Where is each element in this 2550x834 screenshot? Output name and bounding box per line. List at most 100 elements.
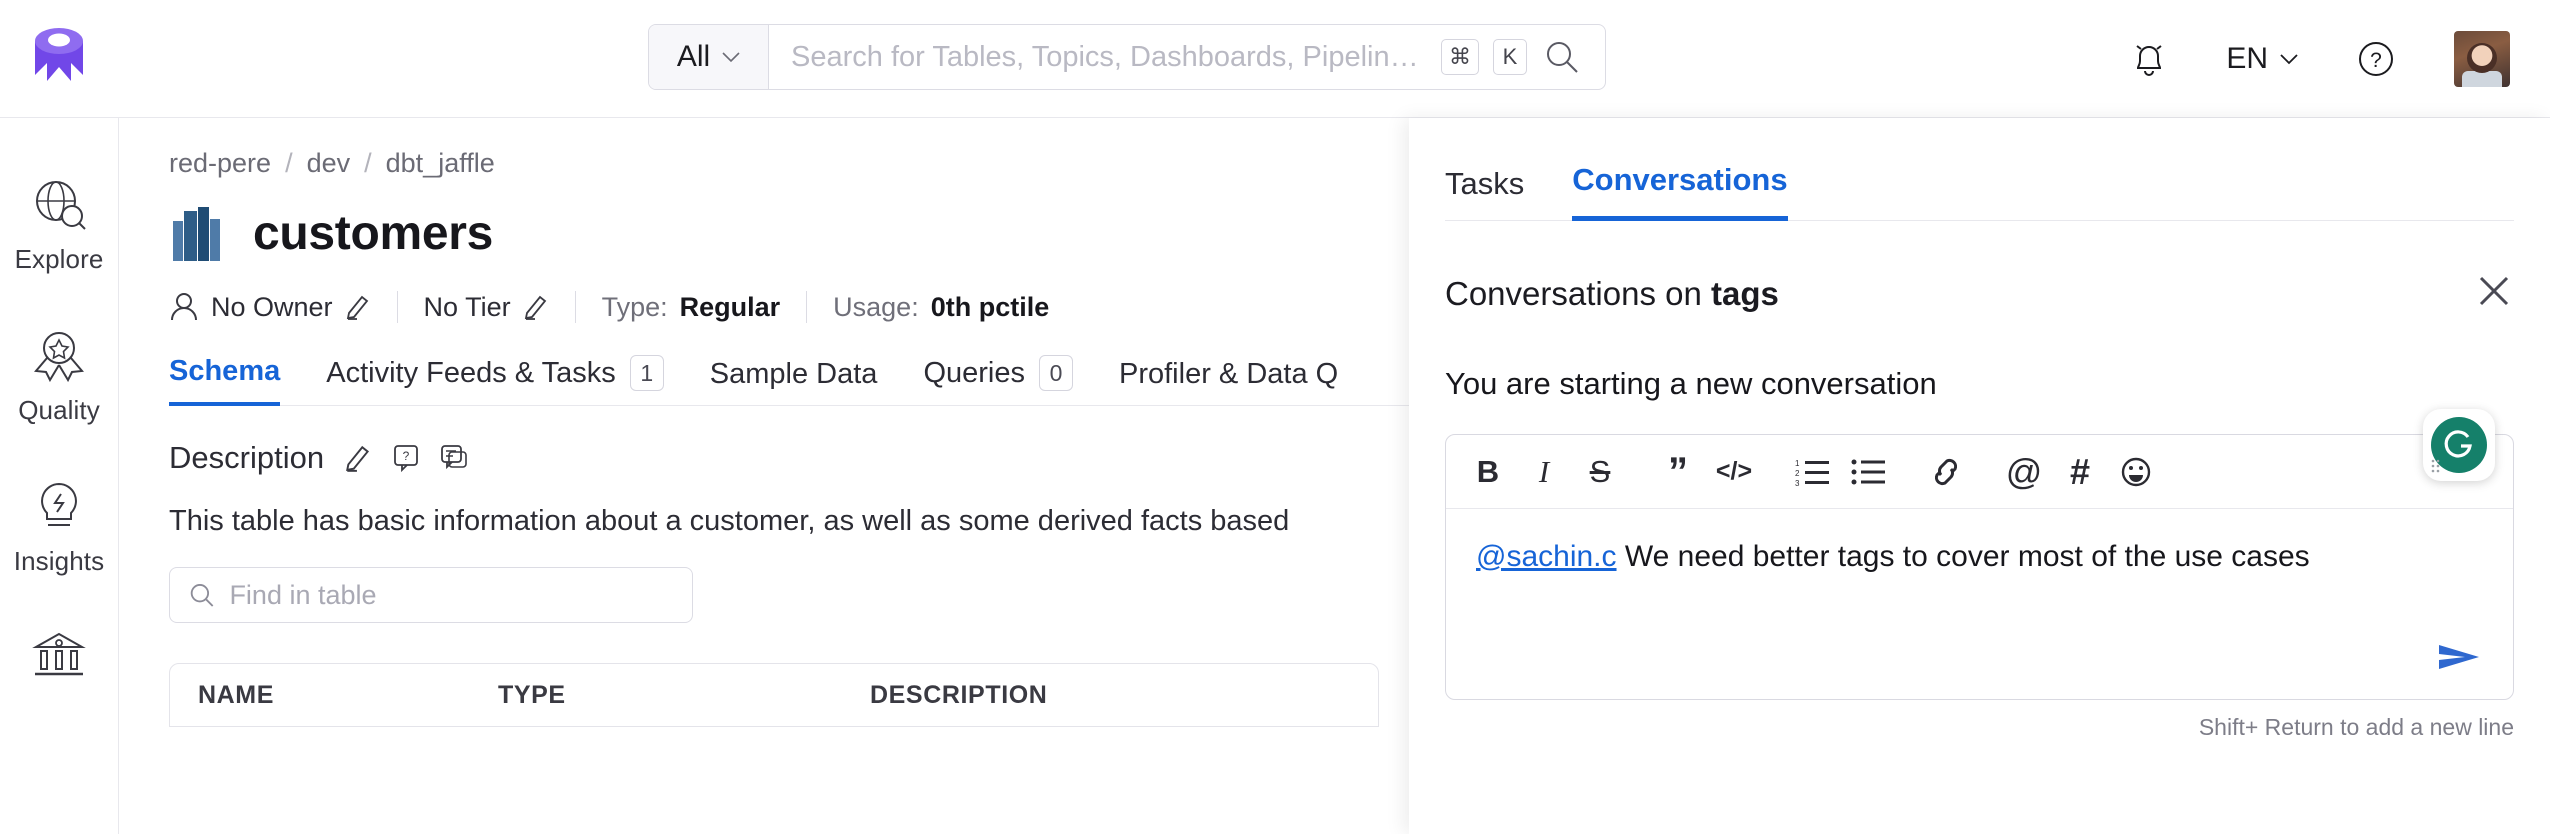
- bullet-list-glyph: [1851, 459, 1885, 484]
- sidebar-item-governance[interactable]: [0, 629, 119, 691]
- bold-icon[interactable]: B: [1460, 444, 1516, 500]
- breadcrumb-item-2[interactable]: dbt_jaffle: [386, 148, 495, 179]
- lightbulb-icon: [41, 482, 77, 526]
- code-icon[interactable]: </>: [1706, 444, 1762, 500]
- owner-label: No Owner: [211, 291, 333, 322]
- editor-hint: Shift+ Return to add a new line: [2198, 714, 2514, 740]
- table-header-row: NAME TYPE DESCRIPTION: [170, 664, 1378, 726]
- tab-profiler-data-quality[interactable]: Profiler & Data Q: [1119, 358, 1338, 405]
- tab-queries[interactable]: Queries 0: [923, 355, 1073, 405]
- edit-tier-button[interactable]: [523, 293, 549, 321]
- close-panel-button[interactable]: [2474, 271, 2514, 316]
- owner-field: No Owner: [169, 291, 371, 323]
- edit-owner-button[interactable]: [345, 293, 371, 321]
- mention-icon[interactable]: @: [1996, 444, 2052, 500]
- breadcrumb-separator: /: [285, 148, 293, 178]
- bullet-list-icon[interactable]: [1840, 444, 1896, 500]
- edit-description-button[interactable]: [344, 443, 372, 473]
- tab-label: Schema: [169, 355, 281, 387]
- message-input[interactable]: @sachin.c We need better tags to cover m…: [1446, 509, 2513, 637]
- top-header: All ⌘ K: [0, 0, 2550, 118]
- tab-tasks[interactable]: Tasks: [1445, 166, 1524, 220]
- left-sidebar: Explore Quality Insights: [0, 118, 119, 834]
- hashtag-icon[interactable]: #: [2052, 444, 2108, 500]
- search-scope-dropdown[interactable]: All: [649, 25, 769, 89]
- drag-handle-icon[interactable]: [2431, 459, 2445, 473]
- tab-schema[interactable]: Schema: [169, 355, 281, 406]
- strikethrough-icon[interactable]: S: [1572, 444, 1628, 500]
- chevron-down-icon: [722, 51, 740, 62]
- column-header-name[interactable]: NAME: [198, 681, 498, 710]
- breadcrumb-separator: /: [364, 148, 372, 178]
- blockquote-icon[interactable]: ”: [1650, 444, 1706, 500]
- tab-label: Profiler & Data Q: [1119, 358, 1339, 390]
- tab-activity-feeds-tasks[interactable]: Activity Feeds & Tasks 1: [326, 355, 664, 405]
- message-editor: B I S ” </> 1 2 3 @ # @sachin.c We need …: [1445, 409, 2514, 700]
- editor-toolbar: B I S ” </> 1 2 3 @ #: [1446, 435, 2513, 509]
- editor-actions: [1446, 637, 2513, 699]
- entity-meta-row: No Owner No Tier Type: Regular Usage: 0t…: [169, 291, 1410, 323]
- notifications-button[interactable]: [2128, 37, 2170, 81]
- find-in-table-input[interactable]: [229, 579, 674, 611]
- italic-icon[interactable]: I: [1516, 444, 1572, 500]
- breadcrumb-item-1[interactable]: dev: [307, 148, 351, 179]
- search-scope-label: All: [676, 40, 711, 73]
- ordered-list-icon[interactable]: 1 2 3: [1784, 444, 1840, 500]
- sidebar-item-label: Explore: [14, 244, 104, 274]
- avatar[interactable]: [2454, 31, 2510, 87]
- request-description-button[interactable]: ?: [392, 443, 420, 473]
- tab-label: Conversations: [1572, 162, 1788, 197]
- svg-text:?: ?: [2370, 49, 2382, 72]
- mention-token[interactable]: @sachin.c: [1476, 540, 1617, 573]
- tab-count-badge: 0: [1039, 355, 1073, 391]
- description-heading: Description: [169, 440, 325, 475]
- ordered-list-glyph: 1 2 3: [1795, 459, 1829, 487]
- emoji-icon[interactable]: [2108, 444, 2164, 500]
- link-glyph: [1934, 458, 1958, 485]
- help-button[interactable]: ?: [2354, 37, 2398, 81]
- search-icon: [190, 584, 214, 607]
- sidebar-item-quality[interactable]: Quality: [0, 327, 119, 426]
- entity-tabs: Schema Activity Feeds & Tasks 1 Sample D…: [169, 355, 1410, 406]
- svg-text:1: 1: [1795, 459, 1800, 468]
- sidebar-item-insights[interactable]: Insights: [0, 478, 119, 577]
- type-label: Type:: [601, 291, 668, 322]
- breadcrumb-item-0[interactable]: red-pere: [169, 148, 271, 179]
- column-header-type[interactable]: TYPE: [498, 681, 870, 710]
- page-title: customers: [253, 206, 494, 260]
- message-text: We need better tags to cover most of the…: [1616, 540, 2310, 573]
- app-root: All ⌘ K: [0, 0, 2550, 834]
- main-content: red-pere / dev / dbt_jaffle customers No…: [119, 118, 1410, 834]
- start-conversation-button[interactable]: [440, 443, 468, 473]
- breadcrumb: red-pere / dev / dbt_jaffle: [169, 148, 1410, 179]
- bell-icon: [2136, 45, 2162, 76]
- pencil-icon: [346, 295, 368, 320]
- chevron-down-icon: [2280, 53, 2298, 64]
- language-selector[interactable]: EN: [2226, 42, 2298, 76]
- tab-sample-data[interactable]: Sample Data: [710, 358, 878, 405]
- search-submit-button[interactable]: [1541, 36, 1583, 78]
- link-icon[interactable]: [1918, 444, 1974, 500]
- tab-conversations[interactable]: Conversations: [1572, 162, 1788, 221]
- conversation-title: Conversations on tags: [1445, 275, 1779, 313]
- svg-text:3: 3: [1795, 479, 1800, 487]
- tab-label: Tasks: [1445, 166, 1525, 201]
- search-input[interactable]: [791, 40, 1427, 74]
- grammarly-badge[interactable]: [2423, 409, 2495, 481]
- type-value: Regular: [679, 291, 781, 322]
- sidebar-item-explore[interactable]: Explore: [0, 176, 119, 275]
- panel-tabs: Tasks Conversations: [1445, 118, 2514, 221]
- svg-text:?: ?: [403, 449, 410, 463]
- column-header-description[interactable]: DESCRIPTION: [870, 681, 1047, 710]
- table-bars-icon: [173, 207, 220, 261]
- tab-label: Queries: [923, 356, 1025, 389]
- send-button[interactable]: [2435, 637, 2483, 677]
- user-icon: [171, 293, 197, 321]
- activity-side-panel: Tasks Conversations Conversations on tag…: [1409, 118, 2550, 834]
- logo-wrap[interactable]: [0, 25, 118, 93]
- tier-label: No Tier: [423, 291, 511, 322]
- globe-search-icon: [36, 181, 86, 230]
- svg-text:2: 2: [1795, 469, 1800, 478]
- page-title-row: customers: [169, 205, 1410, 261]
- description-header: Description ?: [169, 440, 1410, 476]
